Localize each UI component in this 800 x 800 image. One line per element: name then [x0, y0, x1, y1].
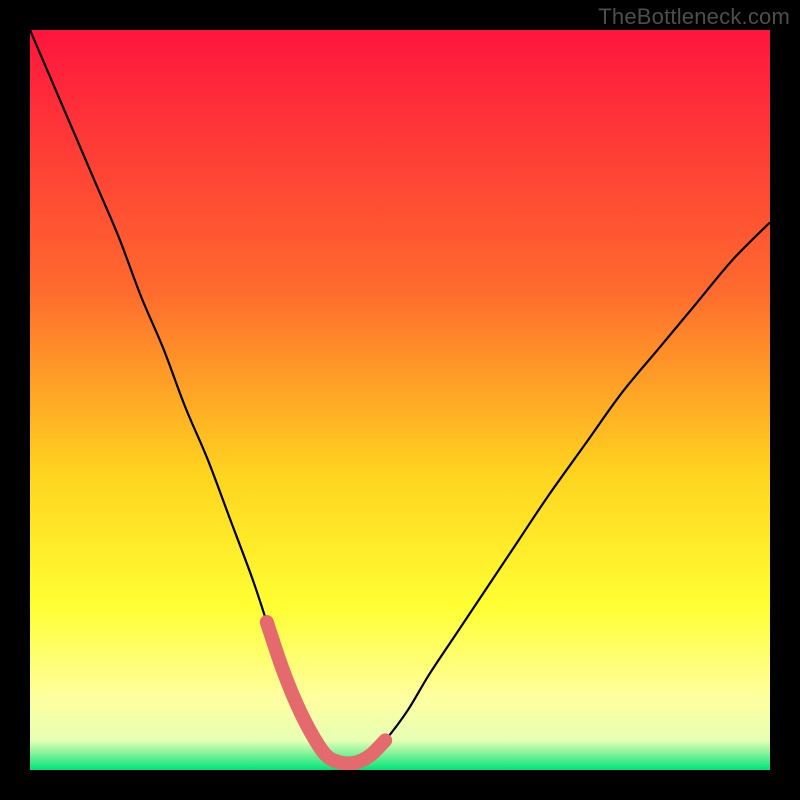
plot-area [30, 30, 770, 770]
gradient-background [30, 30, 770, 770]
watermark-text: TheBottleneck.com [598, 4, 790, 30]
bottleneck-chart [30, 30, 770, 770]
chart-frame: TheBottleneck.com [0, 0, 800, 800]
